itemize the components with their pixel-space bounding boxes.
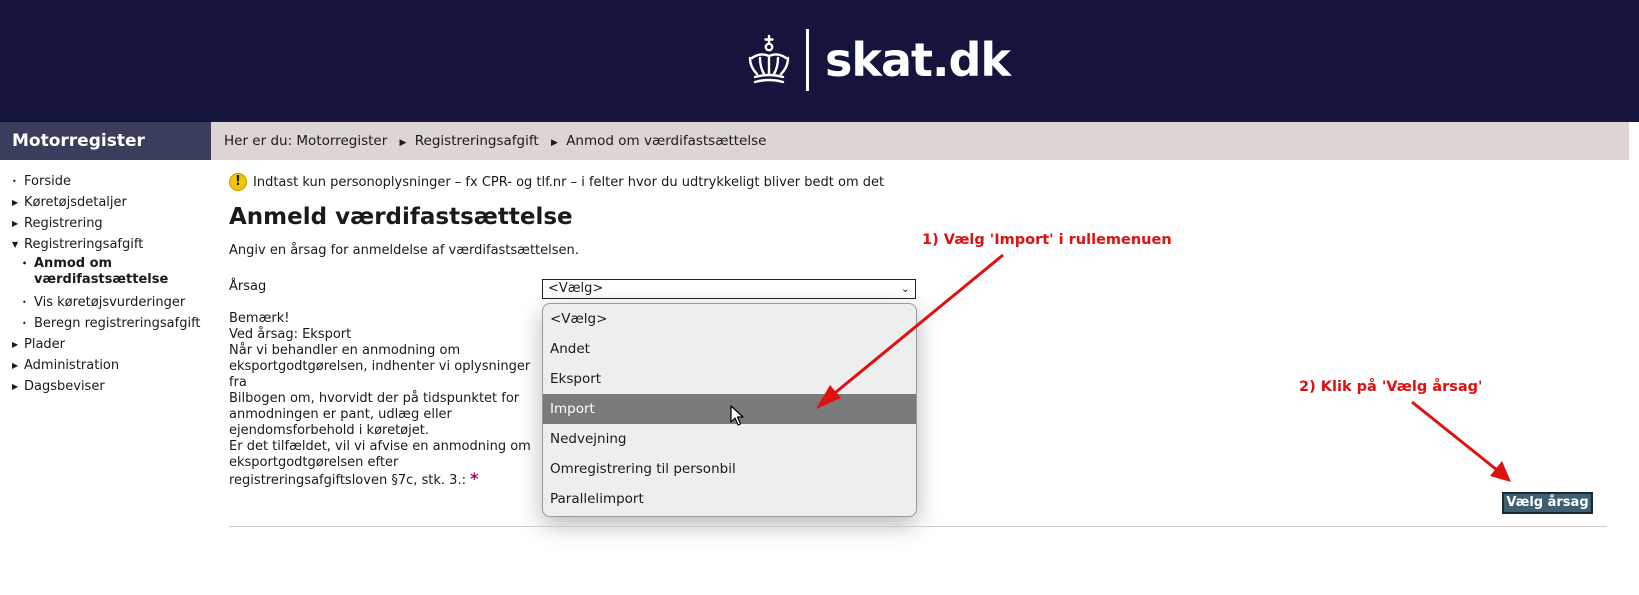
arrow-step2-icon: [1411, 400, 1511, 482]
section-divider: [229, 526, 1607, 527]
arrow-step1-icon: [816, 253, 1004, 409]
annotation-arrows: [816, 253, 1511, 482]
select-reason-button[interactable]: Vælg årsag: [1502, 492, 1593, 514]
